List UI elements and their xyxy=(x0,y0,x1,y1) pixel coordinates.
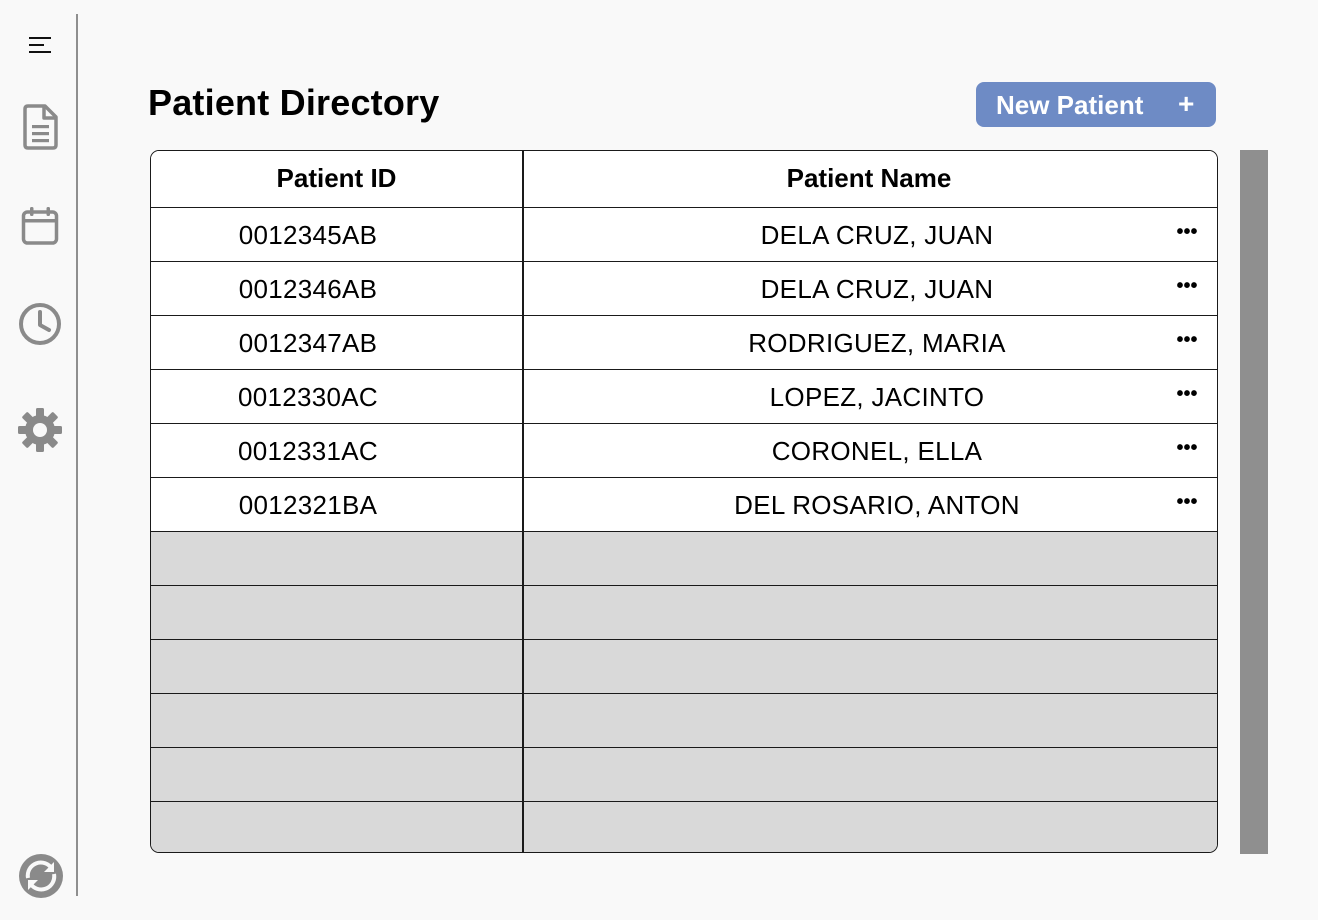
patient-name-cell: CORONEL, ELLA xyxy=(771,436,983,466)
calendar-icon[interactable] xyxy=(21,206,59,246)
more-options-icon[interactable]: ••• xyxy=(1173,276,1201,300)
more-options-icon[interactable]: ••• xyxy=(1173,222,1201,246)
clock-icon[interactable] xyxy=(18,302,62,346)
patient-id-cell: 0012330AC xyxy=(237,382,379,412)
table-row[interactable]: 0012347AB RODRIGUEZ, MARIA ••• xyxy=(151,316,1217,370)
patient-name-cell: DELA CRUZ, JUAN xyxy=(760,220,994,250)
empty-table-row xyxy=(151,748,1217,802)
more-options-icon[interactable]: ••• xyxy=(1173,330,1201,354)
patient-name-cell: DEL ROSARIO, ANTON xyxy=(734,490,1020,520)
table-row[interactable]: 0012346AB DELA CRUZ, JUAN ••• xyxy=(151,262,1217,316)
plus-icon: + xyxy=(1178,88,1195,119)
table-row[interactable]: 0012331AC CORONEL, ELLA ••• xyxy=(151,424,1217,478)
empty-table-row xyxy=(151,694,1217,748)
patient-id-cell: 0012346AB xyxy=(238,274,378,304)
patient-name-cell: DELA CRUZ, JUAN xyxy=(760,274,994,304)
new-patient-button[interactable]: New Patient + xyxy=(976,82,1216,127)
document-icon[interactable] xyxy=(20,104,60,150)
patient-name-cell: LOPEZ, JACINTO xyxy=(769,382,985,412)
column-header-patient-name[interactable]: Patient Name xyxy=(523,163,1215,194)
more-options-icon[interactable]: ••• xyxy=(1173,438,1201,462)
empty-table-row xyxy=(151,586,1217,640)
scrollbar[interactable] xyxy=(1240,150,1268,854)
empty-table-row xyxy=(151,532,1217,586)
menu-icon[interactable] xyxy=(28,35,52,55)
gear-icon[interactable] xyxy=(17,407,63,453)
table-header: Patient ID Patient Name xyxy=(151,151,1217,208)
column-divider xyxy=(522,151,524,852)
empty-table-row xyxy=(151,802,1217,852)
page-title: Patient Directory xyxy=(148,82,440,123)
patient-id-cell: 0012331AC xyxy=(237,436,379,466)
table-row[interactable]: 0012330AC LOPEZ, JACINTO ••• xyxy=(151,370,1217,424)
sidebar xyxy=(0,0,78,920)
new-patient-button-label: New Patient xyxy=(996,90,1144,120)
patient-name-cell: RODRIGUEZ, MARIA xyxy=(748,328,1006,358)
empty-table-row xyxy=(151,640,1217,694)
patient-id-cell: 0012347AB xyxy=(238,328,378,358)
column-header-patient-id[interactable]: Patient ID xyxy=(151,163,522,194)
more-options-icon[interactable]: ••• xyxy=(1173,384,1201,408)
more-options-icon[interactable]: ••• xyxy=(1173,492,1201,516)
sync-icon[interactable] xyxy=(16,851,66,901)
patient-id-cell: 0012321BA xyxy=(238,490,378,520)
table-row[interactable]: 0012321BA DEL ROSARIO, ANTON ••• xyxy=(151,478,1217,532)
table-row[interactable]: 0012345AB DELA CRUZ, JUAN ••• xyxy=(151,208,1217,262)
patient-id-cell: 0012345AB xyxy=(238,220,378,250)
sidebar-divider xyxy=(76,14,78,896)
patient-table: Patient ID Patient Name 0012345AB DELA C… xyxy=(150,150,1218,853)
